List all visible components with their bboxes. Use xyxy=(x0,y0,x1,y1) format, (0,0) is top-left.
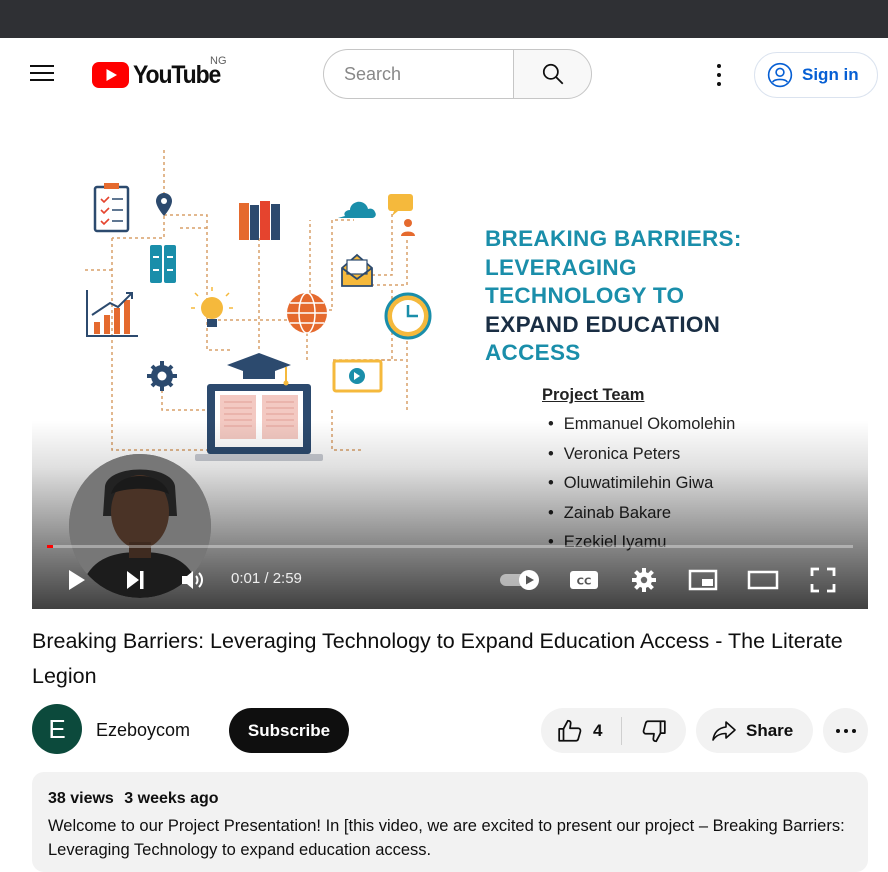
play-screen-icon xyxy=(332,359,383,393)
gear-icon xyxy=(632,568,656,592)
skip-next-icon xyxy=(127,571,144,589)
settings-menu-button[interactable] xyxy=(707,62,731,88)
volume-icon xyxy=(182,571,203,589)
slide-title: BREAKING BARRIERS: LEVERAGING TECHNOLOGY… xyxy=(485,226,742,365)
sign-in-button[interactable]: Sign in xyxy=(754,52,878,98)
subscribe-button[interactable]: Subscribe xyxy=(229,708,349,753)
theater-mode-icon xyxy=(747,570,779,590)
next-button[interactable] xyxy=(117,562,153,598)
team-heading: Project Team xyxy=(542,386,645,404)
channel-avatar[interactable]: E xyxy=(32,704,82,754)
logo-wordmark: YouTube xyxy=(133,60,221,89)
dislike-button[interactable] xyxy=(622,708,686,753)
youtube-logo[interactable]: YouTube xyxy=(92,60,228,90)
search-button[interactable] xyxy=(513,49,592,99)
books-icon xyxy=(239,201,280,240)
description-box[interactable]: 38 views 3 weeks ago Welcome to our Proj… xyxy=(32,772,868,872)
mute-button[interactable] xyxy=(175,562,211,598)
upload-age: 3 weeks ago xyxy=(124,790,219,807)
fullscreen-button[interactable] xyxy=(805,562,841,598)
video-title: Breaking Barriers: Leveraging Technology… xyxy=(32,629,843,688)
laptop-book-icon xyxy=(195,353,323,461)
play-button[interactable] xyxy=(58,562,94,598)
time-display: 0:01 / 2:59 xyxy=(231,570,302,587)
autoplay-toggle-icon xyxy=(500,570,539,590)
view-count: 38 views xyxy=(48,790,114,807)
masthead: YouTube NG Sign in xyxy=(0,38,888,110)
globe-icon xyxy=(287,292,327,334)
clock-icon xyxy=(384,292,432,340)
more-vert-icon xyxy=(717,64,721,68)
video-player[interactable]: BREAKING BARRIERS: LEVERAGING TECHNOLOGY… xyxy=(32,110,868,609)
like-dislike-group: 4 xyxy=(541,708,686,753)
share-label: Share xyxy=(746,720,794,740)
envelope-icon xyxy=(341,253,373,287)
search-icon xyxy=(542,63,563,85)
project-team-list: Project Team Emmanuel Okomolehin Veronic… xyxy=(542,386,735,563)
share-button[interactable]: Share xyxy=(696,708,813,753)
svg-text:CC: CC xyxy=(577,577,592,588)
cloud-icon xyxy=(338,201,376,218)
thumbs-down-icon xyxy=(642,719,666,742)
progress-bar[interactable] xyxy=(47,545,853,548)
folders-icon xyxy=(150,245,176,283)
hamburger-icon xyxy=(30,65,54,67)
channel-name[interactable]: Ezeboycom xyxy=(96,720,190,741)
lightbulb-icon xyxy=(191,287,233,327)
settings-button[interactable] xyxy=(626,562,662,598)
team-member: Veronica Peters xyxy=(548,445,735,475)
location-pin-icon xyxy=(156,193,172,216)
description-meta: 38 views 3 weeks ago xyxy=(48,790,852,808)
theater-mode-button[interactable] xyxy=(745,562,781,598)
sign-in-label: Sign in xyxy=(802,65,859,84)
miniplayer-icon xyxy=(688,569,718,591)
account-icon xyxy=(767,62,793,88)
thumbs-up-icon xyxy=(558,719,582,742)
guide-menu-button[interactable] xyxy=(30,60,64,90)
gear-illustration-icon xyxy=(147,361,177,391)
team-member: Oluwatimilehin Giwa xyxy=(548,474,735,504)
like-button[interactable]: 4 xyxy=(541,708,621,753)
fullscreen-icon xyxy=(810,567,836,593)
clipboard-icon xyxy=(93,183,130,233)
autoplay-toggle[interactable] xyxy=(498,562,544,598)
team-member: Emmanuel Okomolehin xyxy=(548,415,736,445)
more-actions-button[interactable] xyxy=(823,708,868,753)
miniplayer-button[interactable] xyxy=(685,562,721,598)
os-title-bar xyxy=(0,0,888,38)
subtitles-button[interactable]: CC xyxy=(566,562,602,598)
player-controls: 0:01 / 2:59 CC xyxy=(32,562,868,598)
search-input[interactable] xyxy=(323,49,513,99)
play-icon xyxy=(69,570,85,590)
team-member: Zainab Bakare xyxy=(548,504,735,534)
youtube-play-icon xyxy=(92,62,129,88)
search-box xyxy=(323,49,592,99)
share-arrow-icon xyxy=(712,720,736,741)
region-code: NG xyxy=(210,55,227,67)
more-horiz-icon xyxy=(835,728,840,733)
closed-captions-icon: CC xyxy=(570,571,598,589)
like-count: 4 xyxy=(593,720,603,740)
progress-played xyxy=(47,545,54,548)
video-owner-row: E Ezeboycom Subscribe 4 Share xyxy=(32,704,868,756)
